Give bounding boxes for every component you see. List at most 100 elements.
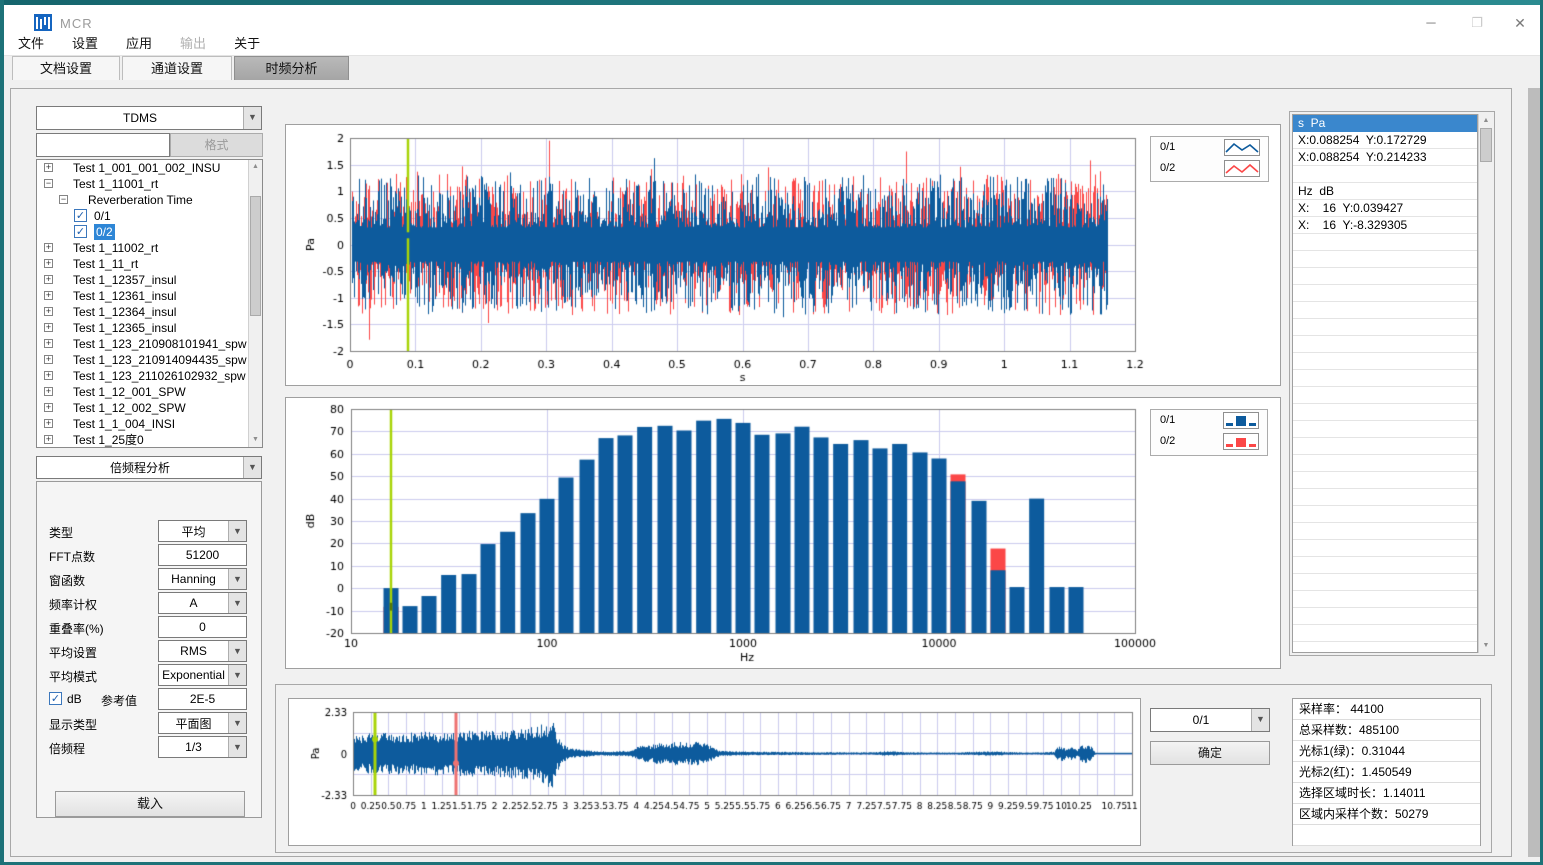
tree-item[interactable]: +Test 1_12361_insul bbox=[37, 288, 262, 304]
scroll-up-icon[interactable]: ▲ bbox=[249, 160, 262, 174]
tree-item[interactable]: +Test 1_12357_insul bbox=[37, 272, 262, 288]
param-select-value: A bbox=[159, 596, 228, 610]
tree-item-label: 0/2 bbox=[94, 224, 115, 240]
bar-series-icon bbox=[1223, 433, 1259, 450]
param-input[interactable] bbox=[158, 688, 247, 710]
tree-item[interactable]: + Test 1_12_001_SPW bbox=[37, 384, 262, 400]
menu-item[interactable]: 设置 bbox=[58, 31, 112, 56]
menu-item[interactable]: 文件 bbox=[4, 31, 58, 56]
expand-icon[interactable]: + bbox=[44, 355, 53, 364]
tree-item[interactable]: ✓0/1 bbox=[37, 208, 262, 224]
tree-item[interactable]: −Reverberation Time bbox=[37, 192, 262, 208]
confirm-button[interactable]: 确定 bbox=[1150, 741, 1270, 765]
tree-item[interactable]: +Test 1_11002_rt bbox=[37, 240, 262, 256]
analysis-type-value: 倍频程分析 bbox=[37, 459, 243, 476]
readout-row: X: 16 Y:-8.329305 bbox=[1293, 217, 1477, 234]
readout-row bbox=[1293, 574, 1477, 591]
tab-3[interactable]: 时频分析 bbox=[234, 56, 349, 80]
tree-item[interactable]: +Test 1_12364_insul bbox=[37, 304, 262, 320]
expand-icon[interactable]: + bbox=[44, 371, 53, 380]
tree-item-label: Test 1_12_001_SPW bbox=[73, 384, 186, 400]
file-format-select[interactable]: TDMS ▼ bbox=[36, 106, 262, 130]
filter-input[interactable] bbox=[36, 133, 170, 157]
scrollbar-thumb[interactable] bbox=[1480, 128, 1492, 162]
analysis-type-select[interactable]: 倍频程分析 ▼ bbox=[36, 456, 262, 479]
tree-item[interactable]: +Test 1_12365_insul bbox=[37, 320, 262, 336]
tree-item[interactable]: +Test 1_123_210914094435_spw bbox=[37, 352, 262, 368]
info-row: 采样率： 44100 bbox=[1293, 699, 1480, 720]
tree-item[interactable]: ✓ 0/2 bbox=[37, 224, 262, 240]
channel-select[interactable]: 0/1 ▼ bbox=[1150, 708, 1270, 732]
readout-row bbox=[1293, 285, 1477, 302]
record-waveform-chart[interactable] bbox=[289, 699, 1140, 845]
tree-item[interactable]: +Test 1_123_210908101941_spw bbox=[37, 336, 262, 352]
param-label: 平均模式 bbox=[49, 668, 97, 685]
expand-icon[interactable]: + bbox=[44, 339, 53, 348]
expand-icon[interactable]: + bbox=[44, 307, 53, 316]
expand-icon[interactable]: + bbox=[44, 435, 53, 444]
format-button[interactable]: 格式 bbox=[170, 133, 263, 157]
info-row: 光标1(绿)：0.31044 bbox=[1293, 741, 1480, 762]
legend-label: 0/1 bbox=[1160, 414, 1175, 426]
collapse-icon[interactable]: − bbox=[59, 195, 68, 204]
readout-row bbox=[1293, 387, 1477, 404]
checkbox[interactable]: ✓ bbox=[74, 209, 87, 222]
tree-item[interactable]: +Test 1_123_211026102932_spw bbox=[37, 368, 262, 384]
readout-row: X:0.088254 Y:0.214233 bbox=[1293, 149, 1477, 166]
expand-icon[interactable]: + bbox=[44, 387, 53, 396]
param-select-value: 1/3 bbox=[159, 740, 228, 754]
time-waveform-chart[interactable] bbox=[286, 125, 1280, 385]
scroll-down-icon[interactable]: ▼ bbox=[1479, 639, 1493, 653]
expand-icon[interactable]: + bbox=[44, 163, 53, 172]
readout-row bbox=[1293, 455, 1477, 472]
channel-select-value: 0/1 bbox=[1151, 713, 1251, 727]
tree-item[interactable]: +Test 1_1_004_INSI bbox=[37, 416, 262, 432]
expand-icon[interactable]: + bbox=[44, 419, 53, 428]
readout-row bbox=[1293, 234, 1477, 251]
legend-label: 0/1 bbox=[1160, 141, 1175, 153]
expand-icon[interactable]: + bbox=[44, 275, 53, 284]
octave-spectrum-chart[interactable] bbox=[286, 398, 1280, 668]
tree-item[interactable]: +Test 1_001_001_002_INSU bbox=[37, 160, 262, 176]
tree-item[interactable]: + Test 1_12_002_SPW bbox=[37, 400, 262, 416]
checkbox[interactable]: ✓ bbox=[74, 225, 87, 238]
param-input[interactable] bbox=[158, 544, 247, 566]
menu-item[interactable]: 关于 bbox=[220, 31, 274, 56]
param-select[interactable]: Hanning▼ bbox=[158, 568, 247, 590]
param-select[interactable]: RMS▼ bbox=[158, 640, 247, 662]
param-input[interactable] bbox=[158, 616, 247, 638]
chevron-down-icon: ▼ bbox=[228, 521, 246, 541]
param-row: 类型 平均▼ bbox=[37, 520, 263, 542]
param-label: 类型 bbox=[49, 524, 73, 541]
readout-row bbox=[1293, 540, 1477, 557]
param-label: 重叠率(%) bbox=[49, 620, 104, 637]
param-select[interactable]: 平面图▼ bbox=[158, 712, 247, 734]
expand-icon[interactable]: + bbox=[44, 323, 53, 332]
db-checkbox[interactable]: ✓ bbox=[49, 692, 62, 705]
tab-1[interactable]: 文档设置 bbox=[12, 56, 120, 80]
scrollbar-thumb[interactable] bbox=[250, 196, 261, 316]
expand-icon[interactable]: + bbox=[44, 243, 53, 252]
scroll-down-icon[interactable]: ▼ bbox=[249, 433, 262, 447]
tree-item[interactable]: +Test 1_25度0 bbox=[37, 432, 262, 448]
load-button[interactable]: 载入 bbox=[55, 791, 245, 817]
menu-item[interactable]: 输出 bbox=[166, 31, 220, 56]
tree-scrollbar[interactable]: ▲▼ bbox=[248, 160, 262, 447]
tree-item-label: Test 1_12_002_SPW bbox=[73, 400, 186, 416]
param-select[interactable]: 平均▼ bbox=[158, 520, 247, 542]
chevron-down-icon: ▼ bbox=[243, 107, 261, 129]
expand-icon[interactable]: + bbox=[44, 403, 53, 412]
expand-icon[interactable]: + bbox=[44, 291, 53, 300]
tree-item[interactable]: + Test 1_11_rt bbox=[37, 256, 262, 272]
menu-item[interactable]: 应用 bbox=[112, 31, 166, 56]
tab-2[interactable]: 通道设置 bbox=[122, 56, 232, 80]
scroll-up-icon[interactable]: ▲ bbox=[1479, 114, 1493, 128]
param-select[interactable]: Exponential▼ bbox=[158, 664, 247, 686]
tree-item[interactable]: −Test 1_11001_rt bbox=[37, 176, 262, 192]
expand-icon[interactable]: + bbox=[44, 259, 53, 268]
param-select[interactable]: A▼ bbox=[158, 592, 247, 614]
param-select[interactable]: 1/3▼ bbox=[158, 736, 247, 758]
tree-item-label: Test 1_11_rt bbox=[73, 256, 138, 272]
collapse-icon[interactable]: − bbox=[44, 179, 53, 188]
readout-scrollbar[interactable]: ▲ ▼ bbox=[1478, 114, 1493, 653]
